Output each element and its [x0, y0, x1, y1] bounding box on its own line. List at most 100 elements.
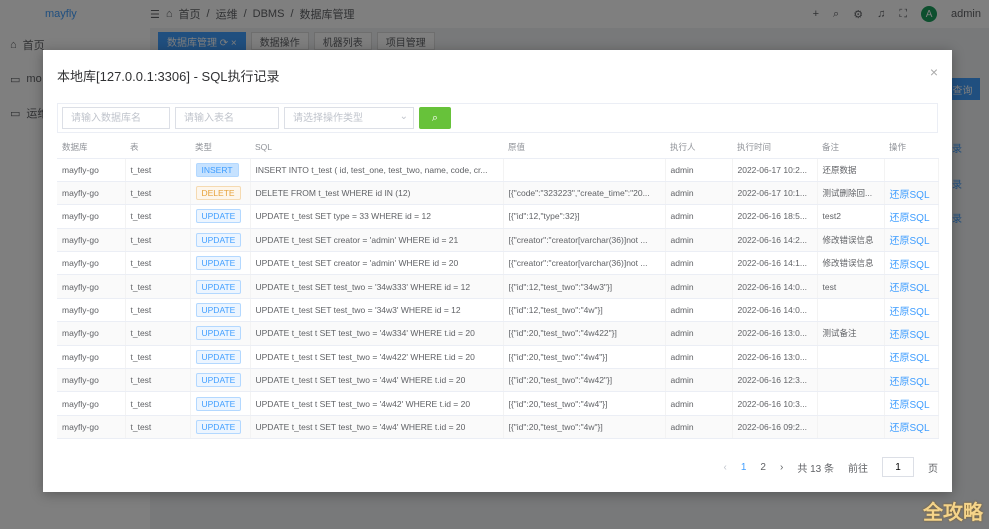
cell-old — [503, 158, 666, 182]
user-text: admin — [670, 211, 694, 222]
cell-remark — [817, 345, 885, 370]
old-text: [{"id":12,"type":32}] — [508, 211, 580, 222]
cell-table: t_test — [125, 298, 191, 323]
cell-time: 2022-06-16 18:5... — [732, 204, 818, 229]
column-header: SQL — [250, 137, 503, 159]
restore-sql-link[interactable]: 还原SQL — [890, 377, 930, 388]
search-button[interactable]: ⌕ — [419, 107, 451, 129]
restore-sql-link[interactable]: 还原SQL — [890, 353, 930, 364]
column-header: 数据库 — [57, 137, 125, 159]
cell-sql: UPDATE t_test SET creator = 'admin' WHER… — [250, 228, 504, 253]
cell-type: UPDATE — [190, 251, 251, 276]
column-header: 执行人 — [665, 137, 732, 159]
restore-sql-link[interactable]: 还原SQL — [890, 283, 930, 294]
cell-remark — [817, 298, 885, 323]
sql-text: UPDATE t_test SET type = 33 WHERE id = 1… — [255, 211, 431, 222]
restore-sql-link[interactable]: 还原SQL — [890, 260, 930, 271]
cell-user: admin — [665, 158, 733, 182]
table-row: mayfly-go t_test UPDATE UPDATE t_test t SET… — [57, 391, 939, 416]
cell-time: 2022-06-16 14:0... — [732, 274, 818, 299]
search-icon: ⌕ — [431, 111, 439, 124]
table-row: mayfly-go t_test UPDATE UPDATE t_test t SET… — [57, 415, 939, 440]
db-text: mayfly-go — [62, 188, 99, 199]
restore-sql-link[interactable]: 还原SQL — [890, 330, 930, 341]
cell-action: 还原SQL — [884, 204, 939, 229]
user-text: admin — [670, 164, 694, 175]
db-name-input[interactable] — [62, 107, 170, 129]
filter-bar: ⌄ ⌕ — [57, 103, 938, 133]
cell-table: t_test — [125, 274, 191, 299]
user-text: admin — [670, 421, 694, 432]
cell-db: mayfly-go — [57, 158, 126, 182]
next-page-button[interactable]: › — [780, 462, 783, 473]
op-type-input[interactable] — [284, 107, 414, 129]
prev-page-button[interactable]: ‹ — [724, 462, 727, 473]
cell-time: 2022-06-16 13:0... — [732, 345, 818, 370]
restore-sql-link[interactable]: 还原SQL — [890, 423, 930, 434]
sql-text: UPDATE t_test t SET test_two = '4w4' WHE… — [255, 421, 466, 432]
page-1[interactable]: 1 — [741, 462, 747, 473]
cell-time: 2022-06-17 10:2... — [732, 158, 818, 182]
type-tag: UPDATE — [195, 232, 242, 247]
type-tag: UPDATE — [195, 419, 242, 434]
cell-remark — [817, 368, 885, 393]
page-2[interactable]: 2 — [760, 462, 766, 473]
table-row: mayfly-go t_test UPDATE UPDATE t_test SET t… — [57, 298, 939, 323]
table-row: mayfly-go t_test UPDATE UPDATE t_test t SET… — [57, 368, 939, 393]
old-text: [{"code":"323223","create_time":"20... — [508, 188, 650, 199]
table-row: mayfly-go t_test UPDATE UPDATE t_test SET c… — [57, 251, 939, 276]
close-icon[interactable]: × — [930, 64, 938, 80]
cell-remark — [817, 391, 885, 416]
cell-type: UPDATE — [190, 345, 251, 370]
cell-user: admin — [665, 274, 733, 299]
cell-db: mayfly-go — [57, 251, 126, 276]
cell-table: t_test — [125, 345, 191, 370]
db-text: mayfly-go — [62, 164, 99, 175]
column-header: 执行时间 — [732, 137, 817, 159]
old-text: [{"id":20,"test_two":"4w42"}] — [508, 375, 613, 386]
cell-action: 还原SQL — [884, 415, 939, 440]
cell-table: t_test — [125, 251, 191, 276]
cell-action: 还原SQL — [884, 345, 939, 370]
cell-remark — [817, 415, 885, 440]
cell-type: UPDATE — [190, 391, 251, 416]
time-text: 2022-06-17 10:2... — [737, 164, 807, 175]
sql-text: UPDATE t_test SET creator = 'admin' WHER… — [255, 258, 459, 269]
op-type-select[interactable]: ⌄ — [284, 107, 414, 129]
cell-old: [{"creator":"creator[varchar(36)]not ... — [503, 251, 666, 276]
cell-type: UPDATE — [190, 321, 251, 346]
cell-db: mayfly-go — [57, 391, 126, 416]
cell-sql: UPDATE t_test SET test_two = '34w3' WHER… — [250, 298, 504, 323]
cell-db: mayfly-go — [57, 298, 126, 323]
restore-sql-link[interactable]: 还原SQL — [890, 190, 930, 201]
cell-time: 2022-06-16 10:3... — [732, 391, 818, 416]
table-row: mayfly-go t_test UPDATE UPDATE t_test t SET… — [57, 321, 939, 346]
page-jump-input[interactable] — [882, 457, 914, 477]
chevron-down-icon: ⌄ — [399, 111, 408, 122]
cell-user: admin — [665, 345, 733, 370]
type-tag: UPDATE — [195, 326, 242, 341]
table-text: t_test — [130, 351, 152, 362]
time-text: 2022-06-16 14:1... — [737, 258, 807, 269]
cell-sql: UPDATE t_test t SET test_two = '4w4' WHE… — [250, 368, 504, 393]
user-text: admin — [670, 398, 694, 409]
pagination: ‹ 1 2 › 共 13 条 前往 页 — [724, 457, 938, 477]
cell-sql: UPDATE t_test t SET test_two = '4w4' WHE… — [250, 415, 504, 440]
cell-sql: UPDATE t_test t SET test_two = '4w42' WH… — [250, 391, 504, 416]
total-count: 共 13 条 — [797, 463, 834, 475]
table-row: mayfly-go t_test UPDATE UPDATE t_test t SET… — [57, 345, 939, 370]
sql-text: UPDATE t_test t SET test_two = '4w4' WHE… — [255, 375, 466, 386]
cell-type: UPDATE — [190, 228, 251, 253]
restore-sql-link[interactable]: 还原SQL — [890, 236, 930, 247]
restore-sql-link[interactable]: 还原SQL — [890, 400, 930, 411]
restore-sql-link[interactable]: 还原SQL — [890, 307, 930, 318]
type-tag: UPDATE — [195, 256, 242, 271]
old-text: [{"creator":"creator[varchar(36)]not ... — [508, 258, 648, 269]
user-text: admin — [670, 305, 694, 316]
cell-sql: INSERT INTO t_test ( id, test_one, test_… — [250, 158, 504, 182]
type-tag: UPDATE — [195, 349, 242, 364]
table-text: t_test — [130, 211, 152, 222]
old-text: [{"id":20,"test_two":"4w4"}] — [508, 398, 608, 409]
restore-sql-link[interactable]: 还原SQL — [890, 213, 930, 224]
table-name-input[interactable] — [175, 107, 279, 129]
